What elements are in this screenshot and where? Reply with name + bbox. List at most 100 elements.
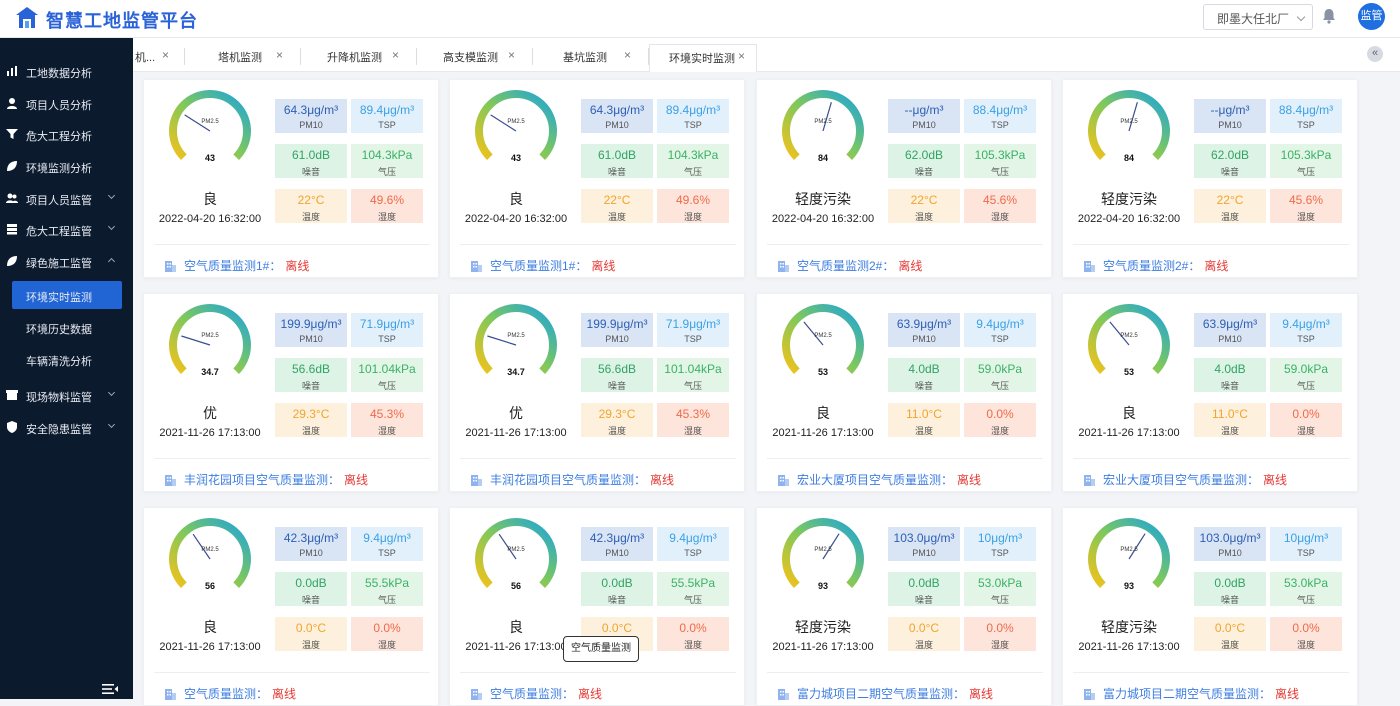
temperature-label: 温度	[301, 640, 320, 650]
humidity-metric: 0.0% 湿度	[1270, 403, 1342, 437]
monitor-card[interactable]: PM2.5 93 轻度污染 2021-11-26 17:13:00 103.0μg…	[1062, 507, 1358, 706]
device-status[interactable]: 空气质量监测2#： 离线	[1084, 257, 1228, 274]
monitor-card[interactable]: PM2.5 93 轻度污染 2021-11-26 17:13:00 103.0μg…	[756, 507, 1052, 706]
temperature-metric: 22°C 温度	[1194, 189, 1266, 223]
sidebar-item-material-supervision[interactable]: 现场物料监管	[0, 381, 133, 409]
monitor-card[interactable]: PM2.5 34.7 优 2021-11-26 17:13:00 199.9μg/…	[143, 293, 439, 492]
device-status[interactable]: 空气质量监测： 离线	[165, 685, 296, 702]
device-status-badge: 离线	[344, 473, 369, 487]
monitor-card[interactable]: PM2.5 84 轻度污染 2022-04-20 16:32:00 --μg/m³…	[756, 79, 1052, 278]
bell-icon[interactable]	[1322, 8, 1336, 24]
device-status-badge: 离线	[1263, 473, 1288, 487]
close-icon[interactable]: ×	[738, 49, 745, 63]
tab-foundation-pit[interactable]: 基坑监测 ×	[533, 48, 649, 65]
close-icon[interactable]: ×	[508, 48, 515, 62]
pressure-metric: 55.5kPa 气压	[657, 572, 729, 606]
building-icon	[165, 261, 176, 272]
monitor-card[interactable]: PM2.5 43 良 2022-04-20 16:32:00 64.3μg/m³ P…	[143, 79, 439, 278]
site-select-value: 即墨大任北厂	[1217, 12, 1290, 26]
monitor-card[interactable]: PM2.5 53 良 2021-11-26 17:13:00 63.9μg/m³ P…	[1062, 293, 1358, 492]
humidity-metric: 49.6% 湿度	[657, 189, 729, 223]
aqi-gauge: PM2.5 34.7	[169, 304, 251, 377]
pm10-value: --μg/m³	[904, 103, 944, 117]
device-status[interactable]: 富力城项目二期空气质量监测： 离线	[1084, 685, 1299, 702]
air-quality-level: 良	[1122, 405, 1136, 421]
aqi-gauge: PM2.5 56	[169, 518, 251, 591]
noise-label: 噪音	[607, 381, 626, 391]
noise-value: 0.0dB	[1214, 576, 1246, 590]
humidity-metric: 0.0% 湿度	[964, 403, 1036, 437]
menu-collapse-icon[interactable]	[102, 683, 118, 695]
device-status[interactable]: 宏业大厦项目空气质量监测： 离线	[1084, 471, 1287, 488]
temperature-value: 11.0°C	[906, 407, 942, 421]
humidity-metric: 45.3% 湿度	[351, 403, 423, 437]
device-status[interactable]: 空气质量监测1#： 离线	[471, 257, 615, 274]
device-status[interactable]: 宏业大厦项目空气质量监测： 离线	[778, 471, 981, 488]
tab-formwork[interactable]: 高支模监测 ×	[417, 48, 533, 65]
site-select[interactable]: 即墨大任北厂	[1203, 4, 1313, 30]
divider	[767, 458, 1043, 459]
device-status[interactable]: 空气质量监测1#： 离线	[165, 257, 309, 274]
device-status[interactable]: 空气质量监测： 离线	[471, 685, 602, 702]
timestamp: 2022-04-20 16:32:00	[464, 213, 568, 225]
sidebar-item-hazard-analysis[interactable]: 危大工程分析	[0, 120, 133, 148]
monitor-card[interactable]: PM2.5 34.7 优 2021-11-26 17:13:00 199.9μg/…	[449, 293, 745, 492]
tsp-value: 9.4μg/m³	[363, 531, 411, 545]
tsp-label: TSP	[684, 548, 702, 558]
device-status[interactable]: 空气质量监测2#： 离线	[778, 257, 922, 274]
sidebar-item-site-data-analysis[interactable]: 工地数据分析	[0, 57, 133, 85]
sidebar-subitem-env-history[interactable]: 环境历史数据	[0, 313, 133, 341]
pm10-label: PM10	[912, 334, 936, 344]
monitor-card[interactable]: PM2.5 43 良 2022-04-20 16:32:00 64.3μg/m³ P…	[449, 79, 745, 278]
sidebar-item-label: 工地数据分析	[26, 68, 92, 80]
device-status[interactable]: 丰润花园项目空气质量监测： 离线	[165, 471, 368, 488]
gauge-value: 56	[511, 581, 521, 591]
noise-value: 0.0dB	[295, 576, 327, 590]
close-icon[interactable]: ×	[276, 48, 283, 62]
noise-label: 噪音	[1220, 381, 1239, 391]
tab-tower-crane[interactable]: 塔机监测 ×	[185, 48, 301, 65]
pm10-label: PM10	[605, 548, 629, 558]
sidebar-item-green-construction[interactable]: 绿色施工监管	[0, 247, 133, 275]
gauge-value: 53	[818, 367, 828, 377]
humidity-label: 湿度	[377, 640, 396, 650]
device-status[interactable]: 富力城项目二期空气质量监测： 离线	[778, 685, 993, 702]
humidity-metric: 0.0% 湿度	[351, 617, 423, 651]
sidebar-item-safety-supervision[interactable]: 安全隐患监管	[0, 413, 133, 441]
monitor-card[interactable]: PM2.5 56 良 2021-11-26 17:13:00 42.3μg/m³ P…	[143, 507, 439, 706]
close-icon[interactable]: ×	[624, 48, 631, 62]
pm10-label: PM10	[605, 120, 629, 130]
tab-prev[interactable]: 机... ×	[135, 48, 185, 65]
close-icon[interactable]: ×	[162, 48, 169, 62]
tab-elevator[interactable]: 升降机监测 ×	[301, 48, 417, 65]
pressure-metric: 105.3kPa 气压	[1270, 144, 1342, 178]
gauge-value: 53	[1124, 367, 1134, 377]
building-icon	[165, 475, 176, 486]
tabs-scroll-left-button[interactable]: «	[1367, 46, 1383, 62]
tsp-label: TSP	[1297, 548, 1315, 558]
pressure-value: 53.0kPa	[1283, 576, 1329, 590]
pressure-metric: 59.0kPa 气压	[964, 358, 1036, 392]
gauge-metric-label: PM2.5	[201, 119, 219, 125]
sidebar-item-env-analysis[interactable]: 环境监测分析	[0, 152, 133, 180]
sidebar-subitem-env-realtime[interactable]: 环境实时监测	[12, 281, 122, 309]
aqi-gauge: PM2.5 53	[1088, 304, 1170, 377]
sidebar-subitem-vehicle-wash[interactable]: 车辆清洗分析	[0, 345, 133, 373]
sidebar-item-hazard-supervision[interactable]: 危大工程监管	[0, 215, 133, 243]
logo-icon	[16, 7, 38, 28]
temperature-label: 温度	[607, 426, 626, 436]
sidebar-item-personnel-supervision[interactable]: 项目人员监管	[0, 184, 133, 212]
monitor-card[interactable]: PM2.5 84 轻度污染 2022-04-20 16:32:00 --μg/m³…	[1062, 79, 1358, 278]
device-status[interactable]: 丰润花园项目空气质量监测： 离线	[471, 471, 674, 488]
tsp-value: 10μg/m³	[977, 531, 1023, 545]
monitor-card[interactable]: PM2.5 53 良 2021-11-26 17:13:00 63.9μg/m³ P…	[756, 293, 1052, 492]
tab-env-realtime[interactable]: 环境实时监测 ×	[649, 44, 757, 72]
tsp-metric: 9.4μg/m³ TSP	[1270, 313, 1342, 347]
close-icon[interactable]: ×	[392, 48, 399, 62]
gauge-metric-label: PM2.5	[1120, 119, 1138, 125]
user-avatar[interactable]: 监管	[1358, 3, 1385, 30]
aqi-gauge: PM2.5 43	[475, 90, 557, 163]
temperature-metric: 0.0°C 温度	[275, 617, 347, 651]
monitor-card[interactable]: PM2.5 56 良 2021-11-26 17:13:00 42.3μg/m³ P…	[449, 507, 745, 706]
sidebar-item-personnel-analysis[interactable]: 项目人员分析	[0, 89, 133, 117]
